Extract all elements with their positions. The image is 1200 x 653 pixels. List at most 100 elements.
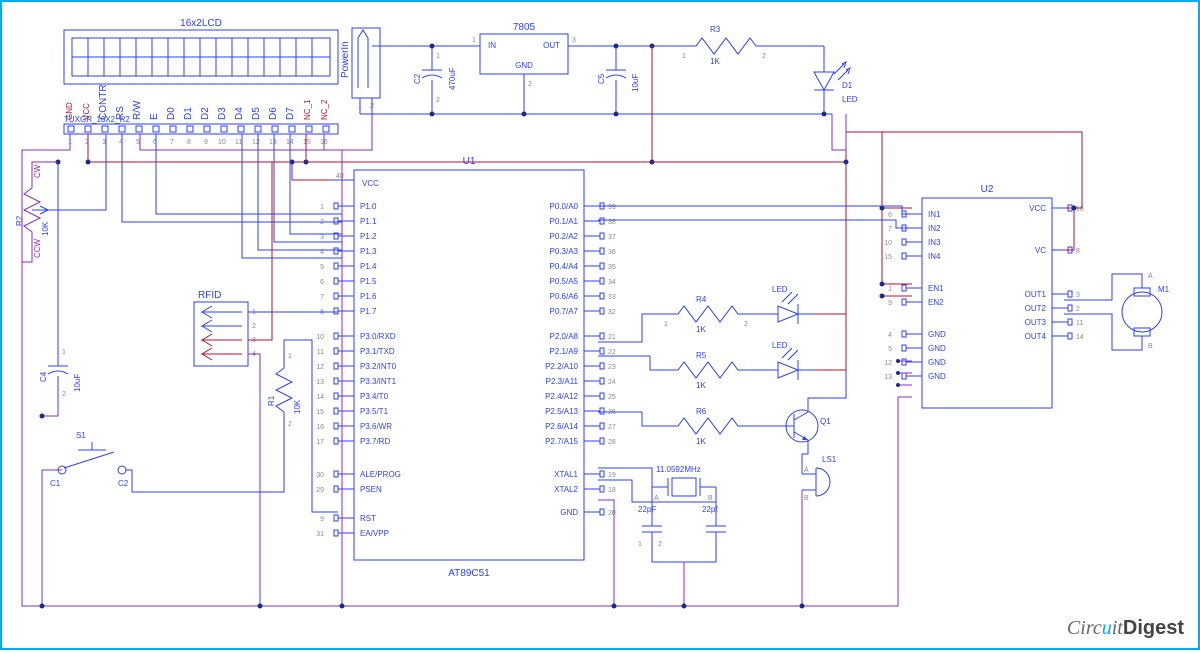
svg-text:D0: D0 xyxy=(166,107,177,120)
svg-text:9: 9 xyxy=(888,300,892,307)
svg-text:GND: GND xyxy=(928,330,946,339)
svg-text:IN2: IN2 xyxy=(928,224,941,233)
svg-text:11: 11 xyxy=(235,139,242,146)
svg-text:33: 33 xyxy=(608,294,616,301)
svg-text:5: 5 xyxy=(320,264,324,271)
svg-text:OUT4: OUT4 xyxy=(1025,332,1047,341)
res-R4: R4 1K 12 xyxy=(662,295,754,334)
svg-text:18: 18 xyxy=(608,487,616,494)
svg-text:R/W: R/W xyxy=(132,100,143,120)
svg-text:32: 32 xyxy=(608,309,616,316)
mcu-right-pins: 39P0.0/A038P0.1/A137P0.2/A236P0.3/A335P0… xyxy=(545,202,616,517)
svg-text:P1.4: P1.4 xyxy=(360,262,377,271)
svg-text:29: 29 xyxy=(316,487,324,494)
svg-text:B: B xyxy=(804,495,809,502)
svg-text:GND: GND xyxy=(515,61,533,70)
svg-text:22pF: 22pF xyxy=(638,505,656,514)
res-R5: R5 1K xyxy=(662,351,754,390)
svg-text:P3.7/RD: P3.7/RD xyxy=(360,437,390,446)
svg-text:19: 19 xyxy=(608,472,616,479)
svg-text:RST: RST xyxy=(360,514,376,523)
rfid-block: RFID 1 2 3 4 xyxy=(194,290,256,366)
cap-C5: C5 10uF xyxy=(597,46,640,114)
svg-text:XTAL1: XTAL1 xyxy=(554,470,578,479)
svg-text:CCW: CCW xyxy=(33,238,42,258)
svg-text:2: 2 xyxy=(62,391,66,398)
svg-text:Q1: Q1 xyxy=(820,417,831,426)
svg-text:P2.2/A10: P2.2/A10 xyxy=(545,362,578,371)
svg-text:10uF: 10uF xyxy=(73,374,82,392)
svg-text:GND: GND xyxy=(928,372,946,381)
svg-text:470uF: 470uF xyxy=(448,67,457,90)
svg-text:P1.2: P1.2 xyxy=(360,232,377,241)
svg-text:P1.6: P1.6 xyxy=(360,292,377,301)
svg-text:15: 15 xyxy=(884,254,892,261)
xtal-block: 11.0592MHz A B xyxy=(652,465,716,502)
svg-text:E: E xyxy=(149,113,160,120)
svg-text:P2.4/A12: P2.4/A12 xyxy=(545,392,578,401)
lcd-block: 16x2LCD GND VCC CONTR RS R/W E D0 D1 D2 … xyxy=(64,18,338,146)
svg-text:R1: R1 xyxy=(267,395,276,406)
svg-text:27: 27 xyxy=(608,424,616,431)
svg-text:1: 1 xyxy=(682,53,686,60)
svg-text:D2: D2 xyxy=(200,107,211,120)
svg-text:IN4: IN4 xyxy=(928,252,941,261)
svg-text:28: 28 xyxy=(608,439,616,446)
svg-text:LS1: LS1 xyxy=(822,455,837,464)
svg-text:1: 1 xyxy=(888,286,892,293)
svg-text:13: 13 xyxy=(269,139,277,146)
switch-S1: S1 C1 C2 xyxy=(50,431,129,488)
svg-text:NC_1: NC_1 xyxy=(303,99,312,120)
svg-text:P0.2/A2: P0.2/A2 xyxy=(550,232,579,241)
svg-text:P1.0: P1.0 xyxy=(360,202,377,211)
svg-text:P2.5/A13: P2.5/A13 xyxy=(545,407,578,416)
svg-text:LED: LED xyxy=(772,285,788,294)
svg-text:XTAL2: XTAL2 xyxy=(554,485,578,494)
svg-text:2: 2 xyxy=(658,541,662,548)
svg-text:3: 3 xyxy=(572,37,576,44)
svg-text:D5: D5 xyxy=(251,107,262,120)
svg-text:VCC: VCC xyxy=(362,179,379,188)
svg-text:1: 1 xyxy=(664,321,668,328)
svg-text:EN2: EN2 xyxy=(928,298,944,307)
svg-text:7805: 7805 xyxy=(513,22,536,33)
svg-text:1: 1 xyxy=(62,349,66,356)
svg-text:P2.7/A15: P2.7/A15 xyxy=(545,437,578,446)
svg-text:P0.3/A3: P0.3/A3 xyxy=(550,247,579,256)
svg-text:D7: D7 xyxy=(285,107,296,120)
svg-text:P1.5: P1.5 xyxy=(360,277,377,286)
svg-text:R4: R4 xyxy=(696,295,707,304)
led-2: LED xyxy=(762,285,814,324)
svg-text:A: A xyxy=(804,467,809,474)
svg-text:24: 24 xyxy=(608,379,616,386)
cap-xtal1: 22pF 12 xyxy=(638,505,662,548)
svg-text:GND: GND xyxy=(928,344,946,353)
svg-text:10uF: 10uF xyxy=(631,74,640,92)
svg-text:12: 12 xyxy=(316,364,324,371)
svg-text:7: 7 xyxy=(888,226,892,233)
svg-text:C2: C2 xyxy=(413,73,422,84)
svg-text:P0.0/A0: P0.0/A0 xyxy=(550,202,579,211)
svg-text:13: 13 xyxy=(884,374,892,381)
svg-text:TUXGR_16X2_R2: TUXGR_16X2_R2 xyxy=(64,115,130,124)
svg-text:20: 20 xyxy=(608,510,616,517)
svg-text:5: 5 xyxy=(136,139,140,146)
svg-text:3: 3 xyxy=(320,234,324,241)
vreg-block: 7805 IN OUT GND 1 3 2 xyxy=(468,22,582,114)
svg-text:2: 2 xyxy=(528,81,532,88)
cap-C4: C4 10uF 1 2 xyxy=(39,342,82,402)
svg-text:RFID: RFID xyxy=(198,290,221,301)
svg-text:P2.1/A9: P2.1/A9 xyxy=(550,347,579,356)
svg-text:R2: R2 xyxy=(15,215,24,226)
svg-text:15: 15 xyxy=(303,139,311,146)
cap-xtal2: 22pf xyxy=(702,505,726,548)
svg-text:C2: C2 xyxy=(118,479,129,488)
svg-text:GND: GND xyxy=(928,358,946,367)
svg-text:21: 21 xyxy=(608,334,616,341)
motor-M1: M1 A B xyxy=(1122,273,1170,350)
svg-text:4: 4 xyxy=(888,332,892,339)
svg-text:10: 10 xyxy=(884,240,892,247)
svg-text:C4: C4 xyxy=(39,371,48,382)
svg-text:EN1: EN1 xyxy=(928,284,944,293)
svg-text:C1: C1 xyxy=(50,479,61,488)
